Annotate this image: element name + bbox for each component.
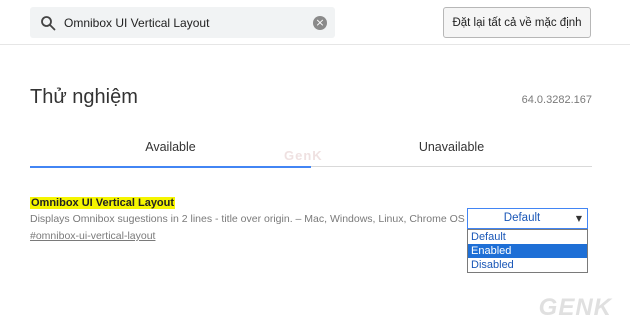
version-label: 64.0.3282.167: [521, 94, 592, 106]
select-current-value: Default: [503, 212, 541, 224]
clear-search-icon[interactable]: ×: [313, 16, 327, 30]
tab-unavailable[interactable]: Unavailable: [311, 128, 592, 166]
search-icon: [41, 16, 56, 31]
tab-available[interactable]: Available: [30, 128, 311, 166]
chevron-down-icon: ▼: [575, 214, 582, 223]
reset-all-button[interactable]: Đặt lại tất cả về mặc định: [443, 7, 591, 38]
option-disabled[interactable]: Disabled: [468, 258, 587, 272]
header-bar: × Đặt lại tất cả về mặc định: [0, 0, 630, 45]
search-box[interactable]: ×: [30, 7, 335, 38]
experiment-description: Displays Omnibox sugestions in 2 lines -…: [30, 213, 465, 225]
select-dropdown-list: Default Enabled Disabled: [467, 229, 588, 273]
experiment-permalink[interactable]: #omnibox-ui-vertical-layout: [30, 230, 155, 242]
option-enabled[interactable]: Enabled: [468, 244, 587, 258]
page-title: Thử nghiệm: [30, 86, 138, 108]
experiment-select[interactable]: Default ▼: [467, 208, 588, 229]
active-tab-indicator: [30, 166, 311, 168]
search-input[interactable]: [64, 7, 304, 38]
genk-logo: GENK: [538, 294, 612, 321]
experiment-title: Omnibox UI Vertical Layout: [30, 197, 176, 209]
option-default[interactable]: Default: [468, 230, 587, 244]
watermark: GenK: [284, 148, 323, 163]
